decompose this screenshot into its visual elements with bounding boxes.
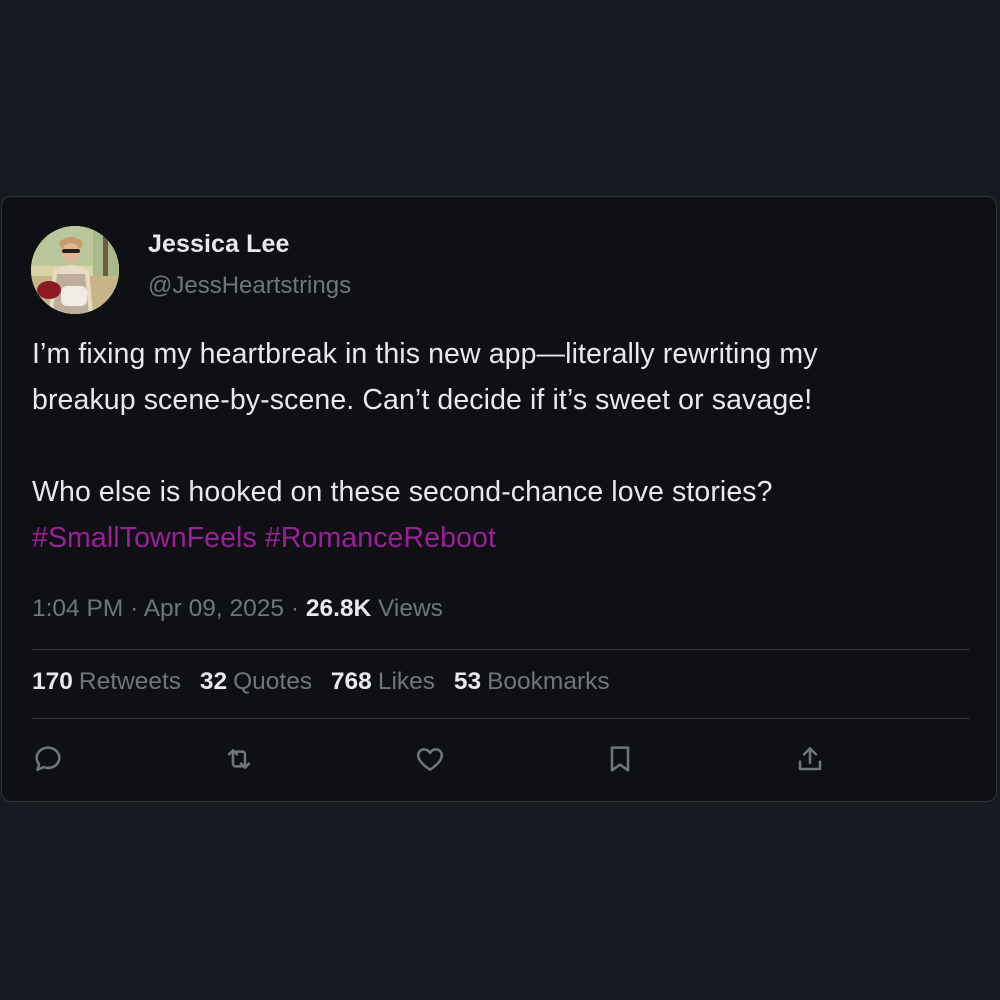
author-name[interactable]: Jessica Lee <box>148 230 290 259</box>
likes-label: Likes <box>377 668 436 695</box>
tweet-line: breakup scene-by-scene. Can’t decide if … <box>32 384 813 416</box>
tweet-line: I’m fixing my heartbreak in this new app… <box>32 338 818 370</box>
hashtag-link[interactable]: #SmallTownFeels <box>32 522 257 554</box>
retweets-count: 170 <box>32 668 73 695</box>
tweet-card: Jessica Lee @JessHeartstrings I’m fixing… <box>1 196 997 802</box>
author-handle[interactable]: @JessHeartstrings <box>148 272 351 300</box>
bookmark-icon <box>610 746 630 772</box>
like-button[interactable] <box>413 742 447 776</box>
meta-separator: · <box>290 595 299 622</box>
views-label: Views <box>378 595 443 622</box>
divider <box>32 718 970 719</box>
engagement-stats: 170 Retweets 32 Quotes 768 Likes 53 Bookmark… <box>32 668 622 696</box>
tweet-date[interactable]: Apr 09, 2025 <box>144 595 284 622</box>
retweets-label: Retweets <box>78 668 182 695</box>
bookmark-button[interactable] <box>603 742 637 776</box>
profile-photo-icon <box>31 226 119 314</box>
divider <box>32 649 970 650</box>
retweet-button[interactable] <box>222 742 256 776</box>
reply-icon <box>35 746 61 771</box>
hashtag-line: #SmallTownFeels #RomanceReboot <box>32 515 972 561</box>
share-button[interactable] <box>793 742 827 776</box>
tweet-meta: 1:04 PM · Apr 09, 2025 · 26.8K Views <box>32 595 443 623</box>
quotes-stat[interactable]: 32 Quotes <box>200 668 312 695</box>
quotes-label: Quotes <box>233 668 313 695</box>
likes-count: 768 <box>330 668 372 695</box>
bookmarks-stat[interactable]: 53 Bookmarks <box>454 668 610 695</box>
tweet-time[interactable]: 1:04 PM <box>32 595 123 622</box>
avatar[interactable] <box>31 226 119 314</box>
hashtag-link[interactable]: #RomanceReboot <box>265 522 496 554</box>
views-count: 26.8K <box>305 595 372 622</box>
reply-button[interactable] <box>31 742 65 776</box>
tweet-text: I’m fixing my heartbreak in this new app… <box>32 331 972 561</box>
retweets-stat[interactable]: 170 Retweets <box>32 668 181 695</box>
retweet-icon <box>227 749 251 769</box>
bookmarks-count: 53 <box>453 668 482 695</box>
meta-separator: · <box>130 595 139 622</box>
bookmarks-label: Bookmarks <box>487 668 610 695</box>
quotes-count: 32 <box>199 668 228 695</box>
tweet-line: Who else is hooked on these second-chanc… <box>32 476 773 508</box>
likes-stat[interactable]: 768 Likes <box>331 668 435 695</box>
like-icon <box>416 748 444 771</box>
share-icon <box>798 747 822 771</box>
